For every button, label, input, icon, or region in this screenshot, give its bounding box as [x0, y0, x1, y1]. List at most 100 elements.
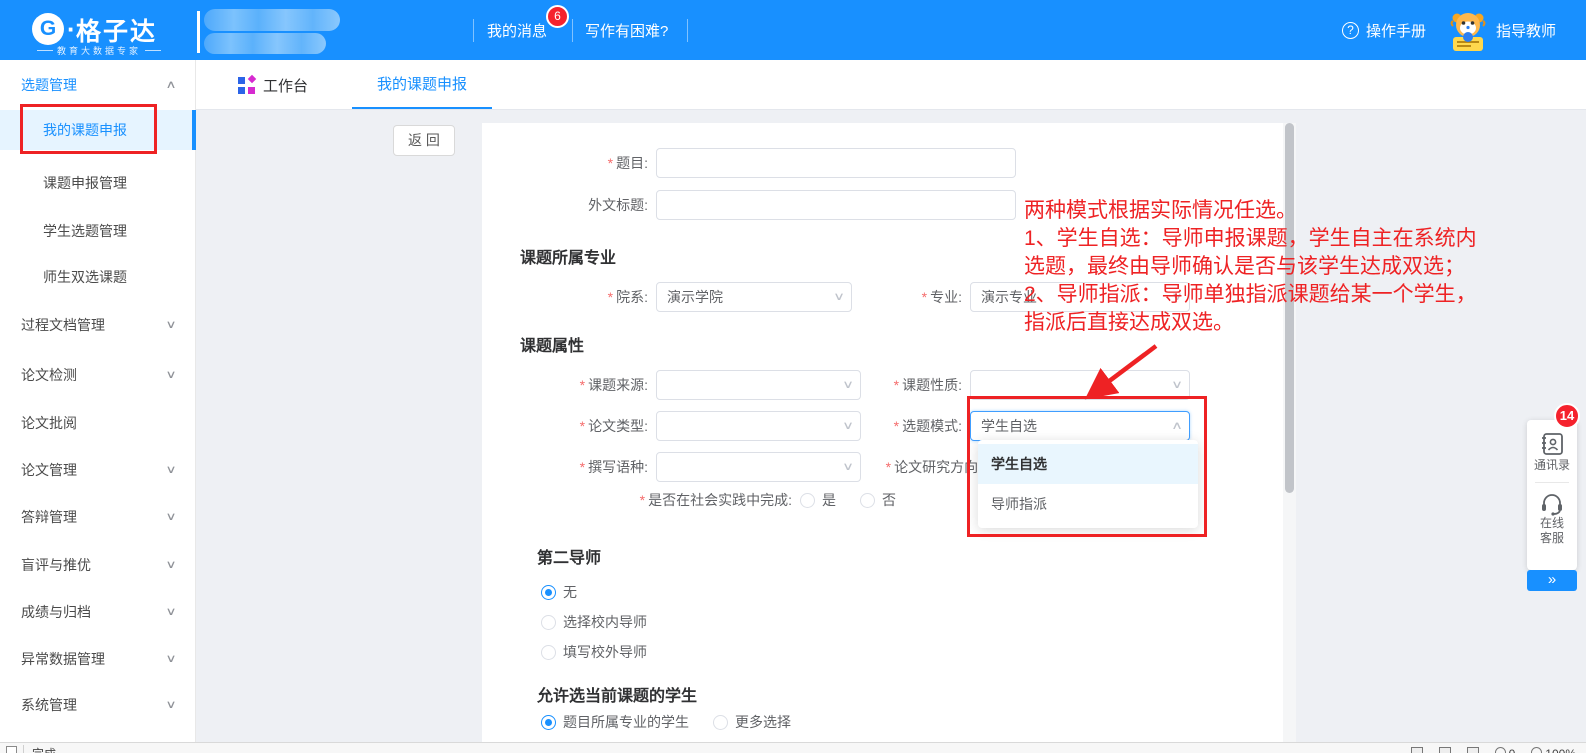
writing-language-select[interactable]: ∨: [656, 452, 861, 482]
radio-second-advisor-external[interactable]: [541, 645, 556, 660]
brand-title: 格子达: [76, 12, 157, 48]
social-practice-field-label: *是否在社会实践中完成:: [482, 490, 800, 510]
chevron-up-icon: ∧: [165, 70, 176, 100]
online-service-label-1: 在线: [1527, 516, 1577, 531]
panel-scrollbar[interactable]: [1283, 123, 1296, 742]
address-book-icon: [1538, 430, 1566, 458]
sidebar-group-label: 论文管理: [21, 462, 77, 478]
major-select[interactable]: 演示专业 ∨: [970, 282, 1190, 312]
sidebar-group-process-documents[interactable]: 过程文档管理 ∨: [0, 310, 195, 340]
my-messages-label: 我的消息: [487, 20, 547, 41]
foreign-title-field-label: 外文标题:: [482, 195, 656, 215]
dropdown-option-student-self-select[interactable]: 学生自选: [978, 444, 1198, 484]
sidebar-group-defense-management[interactable]: 答辩管理 ∨: [0, 502, 195, 532]
sidebar-group-label: 选题管理: [21, 77, 77, 93]
required-mark: *: [580, 377, 585, 393]
sidebar-item-paper-review[interactable]: 论文批阅: [0, 408, 195, 438]
back-button[interactable]: 返 回: [393, 125, 455, 156]
selection-mode-select[interactable]: 学生自选 ∧: [970, 411, 1190, 441]
radio-second-advisor-internal[interactable]: [541, 615, 556, 630]
status-divider: [23, 745, 24, 753]
role-label-item[interactable]: 指导教师: [1496, 0, 1556, 60]
radio-social-practice-yes[interactable]: [800, 493, 815, 508]
radio-allowed-same-major[interactable]: [541, 715, 556, 730]
sidebar-item-mutual-selection-topics[interactable]: 师生双选课题: [0, 262, 195, 292]
double-chevron-right-icon: »: [1548, 571, 1556, 588]
sidebar-item-label: 师生双选课题: [43, 269, 127, 285]
foreign-title-input[interactable]: [656, 190, 1016, 220]
floating-tools-panel: 通讯录 在线 客服: [1527, 420, 1577, 570]
sidebar-group-label: 成绩与归档: [21, 604, 91, 620]
selection-mode-dropdown-menu: 学生自选 导师指派: [978, 440, 1198, 528]
main-content: 返 回 *题目: 外文标题: 课题所属专业 *院系: 演示学院 ∨: [196, 110, 1586, 742]
monitor-icon: [1411, 747, 1423, 753]
sidebar-group-grades-archive[interactable]: 成绩与归档 ∨: [0, 597, 195, 627]
sidebar-group-abnormal-data[interactable]: 异常数据管理 ∨: [0, 644, 195, 674]
department-field-label: *院系:: [482, 287, 656, 307]
department-select[interactable]: 演示学院 ∨: [656, 282, 852, 312]
radio-social-practice-no[interactable]: [860, 493, 875, 508]
sidebar-group-label: 盲评与推优: [21, 557, 91, 573]
sidebar-group-blind-review[interactable]: 盲评与推优 ∨: [0, 550, 195, 580]
sidebar-item-label: 我的课题申报: [43, 110, 127, 150]
chevron-down-icon: ∨: [165, 644, 176, 674]
chevron-down-icon: ∨: [165, 455, 176, 485]
contacts-label: 通讯录: [1527, 458, 1577, 473]
sidebar-item-label: 课题申报管理: [43, 175, 127, 191]
radio-label-yes: 是: [822, 490, 836, 510]
sidebar-item-topic-application-management[interactable]: 课题申报管理: [0, 168, 195, 198]
radio-second-advisor-none[interactable]: [541, 585, 556, 600]
tab-my-topic-application[interactable]: 我的课题申报: [352, 60, 492, 109]
chevron-down-icon: ∨: [165, 360, 176, 390]
radio-label-internal-advisor: 选择校内导师: [563, 612, 647, 632]
sidebar-group-label: 答辩管理: [21, 509, 77, 525]
chevron-down-icon: ∨: [165, 597, 176, 627]
menu-divider: [473, 19, 474, 42]
chevron-down-icon: ∨: [833, 283, 845, 311]
title-input[interactable]: [656, 148, 1016, 178]
zoom-icon: [1531, 747, 1542, 753]
menu-divider: [572, 19, 573, 42]
dropdown-option-advisor-assign[interactable]: 导师指派: [978, 484, 1198, 524]
chevron-down-icon: ∨: [842, 453, 854, 481]
topic-nature-select[interactable]: ∨: [970, 370, 1190, 400]
sidebar-item-my-topic-application[interactable]: 我的课题申报: [0, 110, 196, 150]
my-messages-link[interactable]: 我的消息: [487, 0, 547, 60]
selection-mode-select-value: 学生自选: [981, 416, 1037, 436]
writing-language-field-label: *撰写语种:: [482, 457, 656, 477]
collapse-panel-button[interactable]: »: [1527, 570, 1577, 591]
required-mark: *: [894, 418, 899, 434]
required-mark: *: [922, 289, 927, 305]
sidebar-group-system-management[interactable]: 系统管理 ∨: [0, 690, 195, 720]
chevron-up-icon: ∧: [1171, 412, 1183, 440]
browser-status-bar: 完成 0 100%: [0, 742, 1586, 753]
chevron-down-icon: ∨: [165, 310, 176, 340]
writing-help-link[interactable]: 写作有困难?: [585, 0, 668, 60]
chevron-down-icon: ∨: [1171, 371, 1183, 399]
brand-logo-icon: G: [32, 13, 64, 45]
sidebar-group-paper-management[interactable]: 论文管理 ∨: [0, 455, 195, 485]
paper-type-select[interactable]: ∨: [656, 411, 861, 441]
radio-allowed-more[interactable]: [713, 715, 728, 730]
brand-logo[interactable]: G · 格子达 教育大数据专家: [14, 0, 184, 60]
online-service-button[interactable]: 在线 客服: [1527, 492, 1577, 546]
tab-workbench[interactable]: 工作台: [238, 60, 308, 110]
speaker-icon: [1439, 747, 1451, 753]
scrollbar-thumb[interactable]: [1285, 123, 1294, 493]
sidebar-group-label: 过程文档管理: [21, 317, 105, 333]
workbench-label: 工作台: [263, 75, 308, 96]
chevron-down-icon: ∨: [842, 412, 854, 440]
sidebar-group-topic-management[interactable]: 选题管理 ∧: [0, 70, 195, 100]
topic-source-select[interactable]: ∨: [656, 370, 861, 400]
panel-divider: [1535, 482, 1569, 483]
sidebar-item-student-topic-management[interactable]: 学生选题管理: [0, 216, 195, 246]
sidebar-group-paper-check[interactable]: 论文检测 ∨: [0, 360, 195, 390]
mascot-avatar[interactable]: [1448, 11, 1488, 53]
section-heading-topic-attributes: 课题属性: [520, 332, 1283, 356]
app-window: G · 格子达 教育大数据专家 我的消息 6 写作有困难? ? 操作手册: [0, 0, 1586, 753]
manual-link[interactable]: ? 操作手册: [1342, 0, 1426, 60]
headset-icon: [1539, 492, 1565, 516]
chevron-down-icon: ∨: [165, 550, 176, 580]
required-mark: *: [580, 418, 585, 434]
required-mark: *: [640, 492, 645, 508]
